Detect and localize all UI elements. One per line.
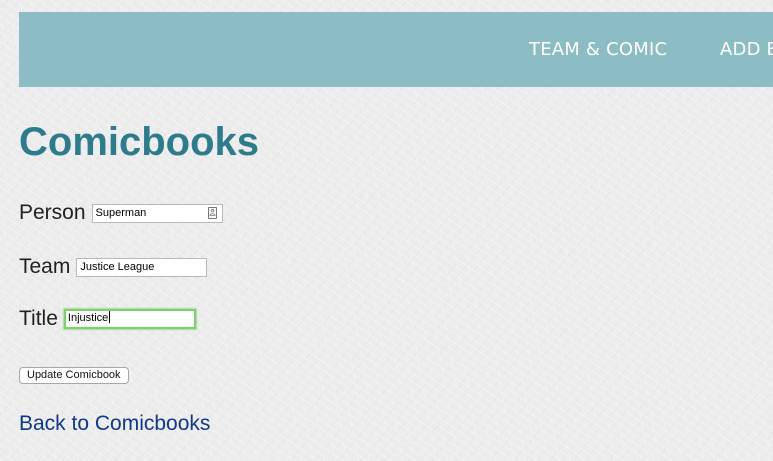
top-navbar: TEAM & COMIC ADD B [19, 12, 773, 87]
team-field-row: Team Justice League [19, 255, 208, 279]
team-label: Team [19, 255, 71, 278]
page-title: Comicbooks [19, 120, 260, 164]
person-input[interactable]: Superman [91, 203, 223, 223]
text-caret [109, 311, 111, 323]
nav-link-add[interactable]: ADD B [720, 39, 773, 61]
contact-card-icon[interactable] [207, 206, 217, 219]
person-field-row: Person Superman [19, 201, 223, 225]
team-input[interactable]: Justice League [76, 257, 208, 277]
nav-link-team-comic[interactable]: TEAM & COMIC [529, 39, 667, 61]
person-label: Person [19, 201, 86, 224]
person-input-value: Superman [95, 206, 147, 219]
title-label: Title [19, 307, 58, 330]
title-field-row: Title Injustice [19, 307, 196, 331]
update-comicbook-button[interactable]: Update Comicbook [19, 367, 129, 384]
back-to-comicbooks-link[interactable]: Back to Comicbooks [19, 411, 210, 437]
title-input-value: Injustice [67, 312, 109, 324]
team-input-value: Justice League [80, 260, 155, 273]
title-input[interactable]: Injustice [63, 309, 196, 329]
